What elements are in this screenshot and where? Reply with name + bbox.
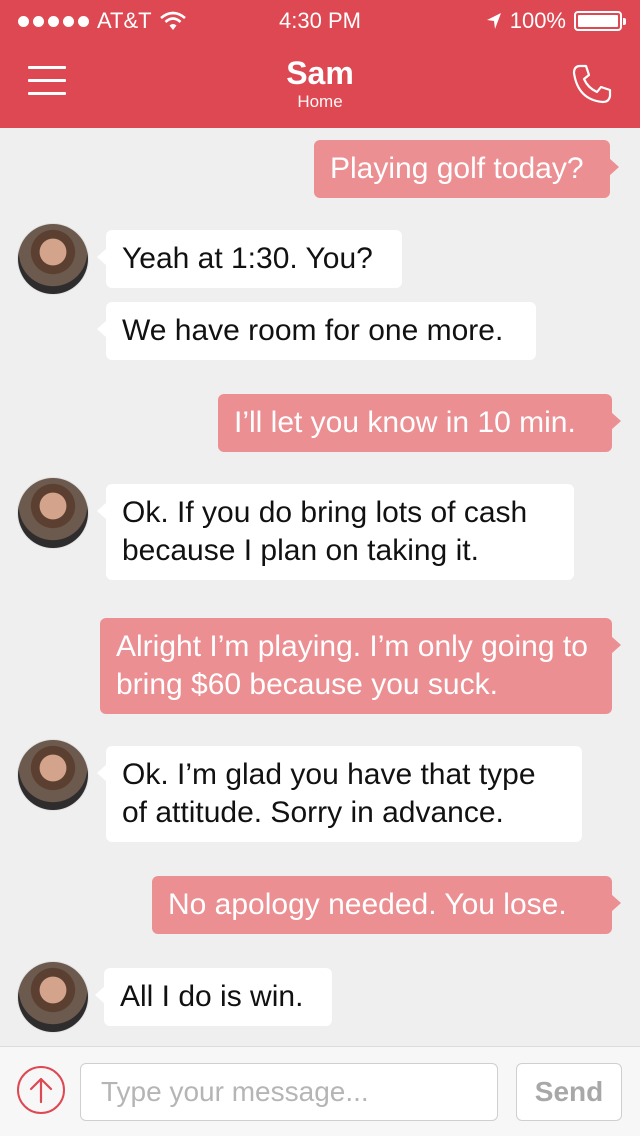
phone-icon [572, 64, 612, 104]
location-arrow-icon [486, 13, 501, 29]
send-button[interactable]: Send [516, 1063, 622, 1121]
outgoing-message-bubble[interactable]: I’ll let you know in 10 min. [218, 394, 621, 452]
incoming-message-bubble[interactable]: Ok. If you do bring lots of cash because… [97, 484, 574, 580]
battery-percent: 100% [509, 8, 566, 33]
outgoing-message-bubble[interactable]: Playing golf today? [314, 140, 619, 198]
avatar[interactable] [18, 962, 88, 1032]
status-bar: AT&T 4:30 PM 100% [0, 0, 640, 40]
signal-strength-icon [18, 15, 89, 27]
incoming-message-bubble[interactable]: All I do is win. [95, 968, 332, 1026]
wifi-icon [159, 11, 186, 30]
incoming-message-bubble[interactable]: We have room for one more. [97, 302, 536, 360]
incoming-message-bubble[interactable]: Ok. I’m glad you have that type of attit… [97, 746, 582, 842]
call-button[interactable] [570, 62, 614, 106]
outgoing-message-bubble[interactable]: No apology needed. You lose. [152, 876, 621, 934]
contact-name: Sam [286, 55, 354, 91]
carrier-label: AT&T [97, 8, 152, 33]
message-input[interactable] [80, 1063, 498, 1121]
avatar[interactable] [18, 224, 88, 294]
battery-icon [574, 11, 626, 31]
outgoing-message-bubble[interactable]: Alright I’m playing. I’m only going to b… [100, 618, 621, 714]
incoming-message-bubble[interactable]: Yeah at 1:30. You? [97, 230, 402, 288]
arrow-up-circle-icon [29, 1077, 53, 1104]
contact-subtitle: Home [297, 92, 343, 111]
attach-button[interactable] [17, 1066, 65, 1114]
message-composer: Send [0, 1046, 640, 1136]
avatar[interactable] [18, 740, 88, 810]
avatar[interactable] [18, 478, 88, 548]
message-thread[interactable]: Playing golf today? Yeah at 1:30. You? W… [0, 128, 640, 1046]
app-header: AT&T 4:30 PM 100% Sam Home [0, 0, 640, 128]
